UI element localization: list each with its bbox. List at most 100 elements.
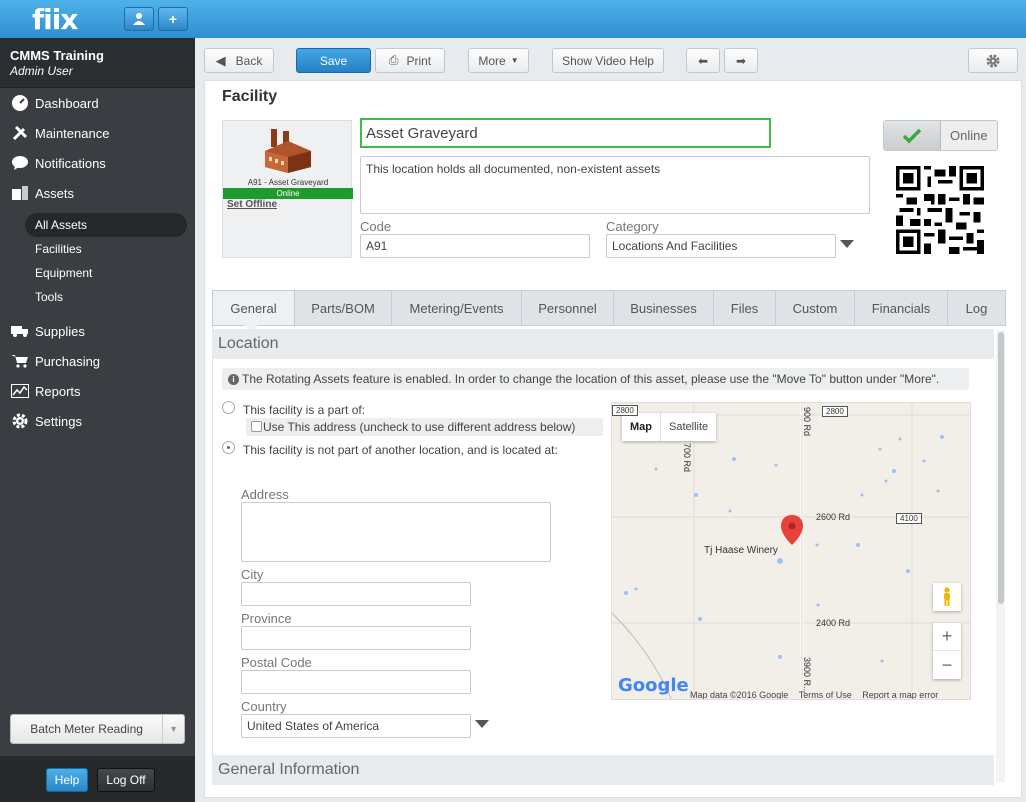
tab-metering-events[interactable]: Metering/Events xyxy=(392,291,522,325)
nav-purchasing[interactable]: Purchasing xyxy=(0,346,195,376)
chevron-down-icon[interactable]: ▼ xyxy=(162,715,184,743)
info-icon: i xyxy=(228,373,239,385)
subnav-tools[interactable]: Tools xyxy=(25,285,187,309)
nav-settings[interactable]: Settings xyxy=(0,406,195,436)
code-input[interactable]: A91 xyxy=(360,234,590,258)
tools-icon xyxy=(10,124,30,142)
subnav-all-assets[interactable]: All Assets xyxy=(25,213,187,237)
chevron-down-icon[interactable] xyxy=(475,720,489,728)
account-info: CMMS Training Admin User xyxy=(0,38,195,88)
city-input[interactable] xyxy=(241,582,471,606)
terms-of-use-link[interactable]: Terms of Use xyxy=(799,690,852,699)
sidebar: CMMS Training Admin User Dashboard Maint… xyxy=(0,38,195,802)
postal-code-input[interactable] xyxy=(241,670,471,694)
next-record-button[interactable]: ➡ xyxy=(724,48,758,73)
user-role: Admin User xyxy=(10,64,73,78)
user-icon xyxy=(133,13,145,25)
tab-businesses[interactable]: Businesses xyxy=(614,291,714,325)
factory-icon[interactable] xyxy=(263,127,313,173)
subnav-facilities[interactable]: Facilities xyxy=(25,237,187,261)
zoom-out-icon[interactable]: − xyxy=(933,651,961,679)
description-textarea[interactable]: This location holds all documented, non-… xyxy=(360,156,870,214)
asset-name-input[interactable]: Asset Graveyard xyxy=(360,118,771,148)
zoom-in-icon[interactable]: + xyxy=(933,623,961,651)
radio-not-part-of[interactable] xyxy=(222,441,235,454)
online-toggle-label: Online xyxy=(950,128,988,143)
address-textarea[interactable] xyxy=(241,502,551,562)
record-tabs: General Parts/BOM Metering/Events Person… xyxy=(212,290,1006,326)
plus-icon: + xyxy=(168,11,178,27)
road-label-3900: 3900 R... xyxy=(802,657,812,694)
tab-financials[interactable]: Financials xyxy=(855,291,948,325)
nav-notifications[interactable]: Notifications xyxy=(0,148,195,178)
batch-meter-reading-button[interactable]: Batch Meter Reading ▼ xyxy=(10,714,185,744)
location-map[interactable]: Map Satellite 2800 2800 700 Rd 900 Rd 26… xyxy=(611,402,971,700)
cart-icon xyxy=(10,352,30,370)
road-label-2600: 2600 Rd xyxy=(816,512,851,522)
street-view-pegman-icon[interactable] xyxy=(933,583,961,611)
province-label: Province xyxy=(241,611,292,626)
use-address-checkbox[interactable] xyxy=(251,421,262,432)
print-button[interactable]: ⎙ Print xyxy=(375,48,445,73)
fiix-logo[interactable]: fiix xyxy=(32,3,78,36)
status-badge: Online xyxy=(223,188,353,199)
use-address-label: Use This address (uncheck to use differe… xyxy=(263,420,576,434)
gear-icon xyxy=(986,54,1000,67)
info-notice: i The Rotating Assets feature is enabled… xyxy=(222,368,969,390)
nav-maintenance[interactable]: Maintenance xyxy=(0,118,195,148)
road-shield-2800: 2800 xyxy=(822,406,848,417)
road-shield-4100: 4100 xyxy=(896,513,922,524)
tab-personnel[interactable]: Personnel xyxy=(522,291,614,325)
dashboard-icon xyxy=(10,94,30,112)
map-roads xyxy=(612,403,970,699)
nav-dashboard[interactable]: Dashboard xyxy=(0,88,195,118)
nav-supplies[interactable]: Supplies xyxy=(0,316,195,346)
printer-icon: ⎙ xyxy=(388,53,399,67)
general-information-section-header[interactable]: General Information xyxy=(212,755,994,785)
log-off-button[interactable]: Log Off xyxy=(97,768,155,792)
show-video-help-button[interactable]: Show Video Help xyxy=(552,48,664,73)
province-input[interactable] xyxy=(241,626,471,650)
road-shield-2800: 2800 xyxy=(612,405,638,416)
map-type-map[interactable]: Map xyxy=(622,413,660,441)
settings-button[interactable] xyxy=(968,48,1018,73)
radio-not-part-of-label: This facility is not part of another loc… xyxy=(243,443,558,457)
add-button[interactable]: + xyxy=(158,7,188,31)
use-address-row: Use This address (uncheck to use differe… xyxy=(246,418,603,436)
user-icon-button[interactable] xyxy=(124,7,154,31)
road-label-2400: 2400 Rd xyxy=(816,618,851,628)
company-name: CMMS Training xyxy=(10,48,104,63)
map-zoom-control: + − xyxy=(933,623,961,679)
radio-part-of[interactable] xyxy=(222,401,235,414)
map-footer: Map data ©2016 Google Terms of Use Repor… xyxy=(690,690,939,700)
caret-down-icon: ▼ xyxy=(510,56,519,65)
address-label: Address xyxy=(241,487,289,502)
save-button[interactable]: Save xyxy=(296,48,371,73)
map-type-satellite[interactable]: Satellite xyxy=(660,413,716,441)
more-button[interactable]: More ▼ xyxy=(468,48,529,73)
nav-assets[interactable]: Assets xyxy=(0,178,195,208)
scrollbar-thumb[interactable] xyxy=(998,332,1004,604)
category-select[interactable]: Locations And Facilities xyxy=(606,234,836,258)
online-toggle[interactable]: Online xyxy=(883,120,998,151)
tab-custom[interactable]: Custom xyxy=(776,291,855,325)
country-select[interactable]: United States of America xyxy=(241,714,471,738)
check-icon xyxy=(884,121,941,150)
tab-log[interactable]: Log xyxy=(948,291,1005,325)
top-bar: fiix + xyxy=(0,0,1026,38)
map-type-control: Map Satellite xyxy=(622,413,717,441)
previous-record-button[interactable]: ⬅ xyxy=(686,48,720,73)
location-section-header[interactable]: Location xyxy=(212,329,994,359)
tab-parts-bom[interactable]: Parts/BOM xyxy=(295,291,392,325)
tab-general[interactable]: General xyxy=(213,291,295,325)
set-offline-link[interactable]: Set Offline xyxy=(227,199,277,210)
tab-files[interactable]: Files xyxy=(714,291,776,325)
help-button[interactable]: Help xyxy=(46,768,88,792)
road-label-900: 900 Rd xyxy=(802,407,812,437)
chevron-down-icon[interactable] xyxy=(840,240,854,248)
back-button[interactable]: ◀ Back xyxy=(204,48,274,73)
subnav-equipment[interactable]: Equipment xyxy=(25,261,187,285)
nav-reports[interactable]: Reports xyxy=(0,376,195,406)
report-map-error-link[interactable]: Report a map error xyxy=(862,690,938,699)
chat-bubble-icon xyxy=(10,154,30,172)
